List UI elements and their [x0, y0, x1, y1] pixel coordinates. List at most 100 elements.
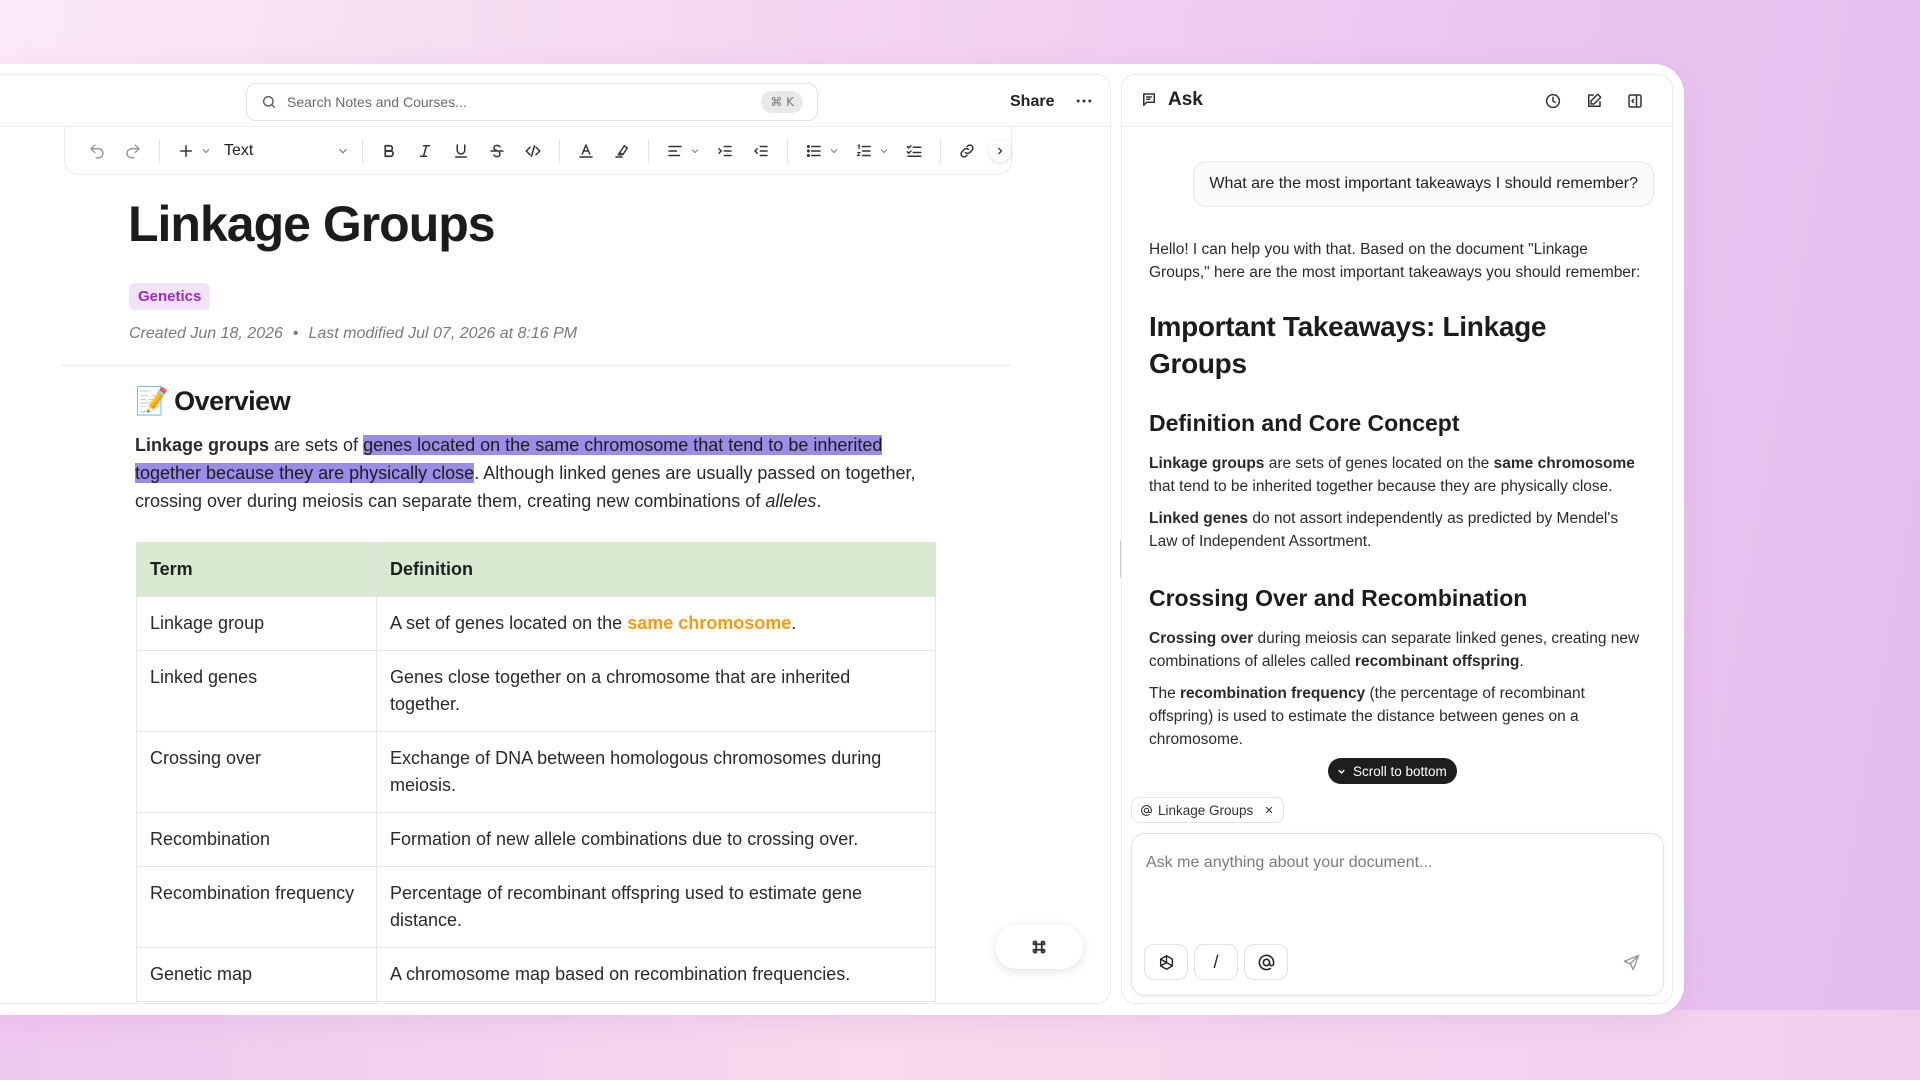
response-text: .: [1519, 653, 1524, 670]
insert-block-button[interactable]: [171, 136, 201, 166]
strikethrough-button[interactable]: [482, 136, 512, 166]
page-title[interactable]: Linkage Groups: [128, 195, 496, 253]
slash-command-button[interactable]: /: [1194, 944, 1238, 980]
send-button[interactable]: [1613, 944, 1649, 980]
table-row: [136, 1001, 936, 1003]
close-icon: [1266, 806, 1273, 814]
ask-input[interactable]: [1146, 854, 1626, 872]
chat-icon: [1143, 93, 1155, 106]
code-button[interactable]: [518, 136, 548, 166]
table-cell-definition[interactable]: Genes close together on a chromosome tha…: [376, 650, 936, 732]
bold-button[interactable]: [374, 136, 404, 166]
link-icon: [960, 143, 974, 158]
indent-button[interactable]: [710, 136, 740, 166]
table-cell-definition[interactable]: [376, 1001, 936, 1003]
toolbar-separator: [362, 138, 363, 163]
chevron-down-icon: [880, 148, 888, 153]
outdent-button[interactable]: [746, 136, 776, 166]
modified-date: Last modified Jul 07, 2026 at 8:16 PM: [308, 325, 578, 342]
search-input[interactable]: [287, 94, 762, 110]
new-chat-button[interactable]: [1581, 88, 1607, 114]
italic-button[interactable]: [410, 136, 440, 166]
table-cell-term[interactable]: Recombination: [136, 812, 377, 867]
table-row: Linked genes Genes close together on a c…: [136, 650, 936, 732]
align-dropdown[interactable]: [689, 136, 703, 166]
scroll-to-bottom-label: Scroll to bottom: [1353, 763, 1447, 779]
table-cell-term[interactable]: Linked genes: [136, 650, 377, 732]
numbered-list-dropdown[interactable]: [878, 136, 892, 166]
bullet-list-icon: [806, 144, 821, 157]
history-icon: [1545, 93, 1561, 109]
table-cell-term[interactable]: Crossing over: [136, 731, 377, 813]
sidebar-panel-icon: [1628, 94, 1642, 108]
history-button[interactable]: [1540, 88, 1566, 114]
bullet-list-dropdown[interactable]: [828, 136, 842, 166]
table-cell-definition[interactable]: A chromosome map based on recombination …: [376, 947, 936, 1002]
insert-block-dropdown[interactable]: [200, 136, 214, 166]
response-section-heading: Crossing Over and Recombination: [1149, 585, 1528, 611]
mention-button[interactable]: [1244, 944, 1288, 980]
table-cell-term[interactable]: Linkage group: [136, 596, 377, 651]
overview-heading[interactable]: 📝 Overview: [135, 385, 291, 417]
header-divider: [60, 365, 1012, 366]
search-icon: [263, 96, 275, 108]
undo-icon: [90, 143, 104, 158]
link-button[interactable]: [952, 136, 982, 166]
table-cell-definition[interactable]: Formation of new allele combinations due…: [376, 812, 936, 867]
table-cell-term[interactable]: Genetic map: [136, 947, 377, 1002]
overview-paragraph[interactable]: Linkage groups are sets of genes located…: [135, 431, 935, 515]
bold-text: Linked genes: [1149, 510, 1249, 527]
chevron-down-icon: [339, 148, 347, 154]
model-selector-button[interactable]: [1144, 944, 1188, 980]
bullet-list-button[interactable]: [799, 136, 829, 166]
table-cell-definition[interactable]: Percentage of recombinant offspring used…: [376, 866, 936, 948]
response-paragraph: Linked genes do not assort independently…: [1149, 507, 1649, 553]
background-bottom-band: [0, 1010, 1920, 1080]
search-bar[interactable]: ⌘ K: [246, 83, 818, 121]
text-color-button[interactable]: [571, 136, 601, 166]
toolbar-separator: [787, 138, 788, 163]
remove-context-button[interactable]: [1264, 805, 1274, 815]
toolbar-separator: [940, 138, 941, 163]
more-options-button[interactable]: [1070, 87, 1098, 115]
toolbar-more-button[interactable]: [989, 139, 1011, 162]
highlighter-icon: [615, 144, 628, 158]
highlight-button[interactable]: [607, 136, 637, 166]
redo-button[interactable]: [118, 136, 148, 166]
table-cell-term[interactable]: [136, 1001, 377, 1003]
definition-text: A set of genes located on the: [390, 613, 628, 633]
scroll-to-bottom-button[interactable]: Scroll to bottom: [1328, 758, 1457, 784]
colored-emphasis: same chromosome: [627, 613, 792, 633]
undo-button[interactable]: [82, 136, 112, 166]
align-button[interactable]: [660, 136, 690, 166]
table-header-definition[interactable]: Definition: [376, 542, 936, 597]
numbered-list-button[interactable]: [849, 136, 879, 166]
numbered-list-icon: [856, 143, 871, 156]
editor-pane: ⌘ K Share Text: [0, 74, 1111, 1004]
category-tag[interactable]: Genetics: [129, 283, 211, 310]
align-left-icon: [668, 145, 682, 156]
bold-icon: [384, 144, 394, 157]
table-cell-term[interactable]: Recombination frequency: [136, 866, 377, 948]
share-button[interactable]: Share: [1004, 88, 1060, 116]
ask-pane: Ask What are the most important takeaway…: [1121, 74, 1673, 1004]
table-cell-definition[interactable]: Exchange of DNA between homologous chrom…: [376, 731, 936, 813]
underline-button[interactable]: [446, 136, 476, 166]
table-cell-definition[interactable]: A set of genes located on the same chrom…: [376, 596, 936, 651]
response-section-heading: Definition and Core Concept: [1149, 410, 1460, 436]
table-header-term[interactable]: Term: [136, 542, 377, 597]
user-message: What are the most important takeaways I …: [1193, 161, 1654, 207]
context-chip[interactable]: Linkage Groups: [1131, 797, 1285, 823]
memo-icon: 📝: [135, 386, 169, 416]
checklist-button[interactable]: [899, 136, 929, 166]
toggle-panel-button[interactable]: [1622, 88, 1648, 114]
overview-heading-text: Overview: [174, 385, 291, 416]
response-heading: Important Takeaways: Linkage Groups: [1149, 311, 1547, 379]
at-sign-icon: [1258, 954, 1274, 970]
table-row: Recombination Formation of new allele co…: [136, 812, 936, 867]
bold-text: same chromosome: [1493, 455, 1635, 472]
command-menu-button[interactable]: [995, 925, 1083, 969]
send-icon: [1623, 954, 1639, 970]
text-style-select[interactable]: Text: [218, 136, 354, 166]
at-sign-icon: [1141, 804, 1152, 816]
